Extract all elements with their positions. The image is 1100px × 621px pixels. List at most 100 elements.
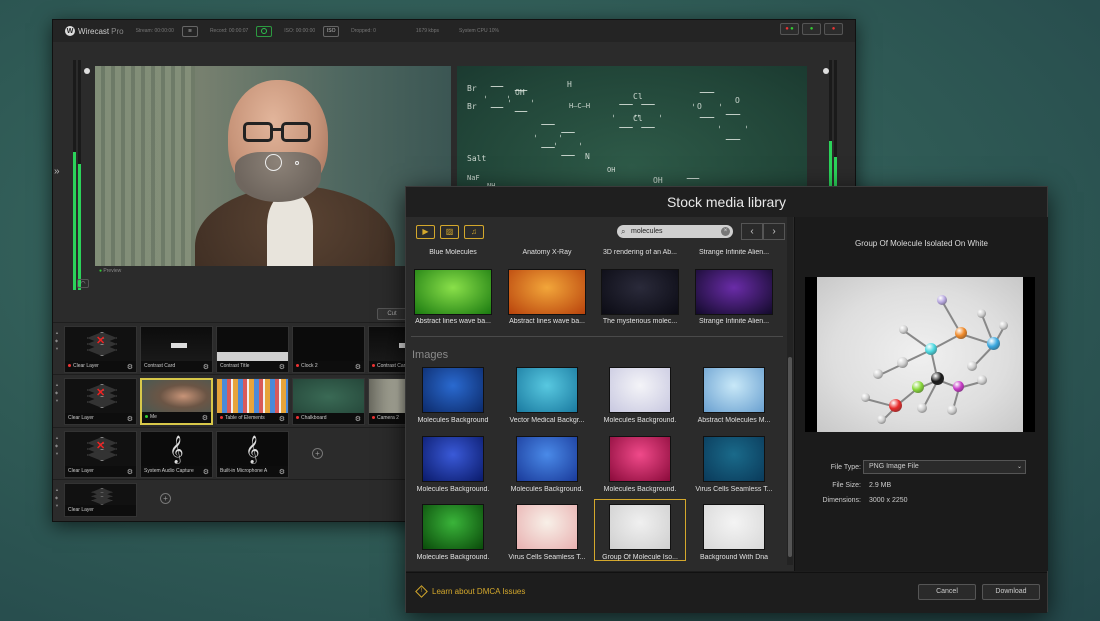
dimensions-value: 3000 x 2250 [869, 497, 908, 504]
add-shot-button[interactable]: + [160, 493, 171, 504]
audio-filter-button[interactable]: ♫ [464, 225, 484, 239]
image-result-item[interactable]: Molecules Background. [407, 504, 499, 561]
layer-controls[interactable]: ▲ ◆ ▼ [55, 486, 59, 510]
live-indicator-button[interactable]: ● [802, 23, 821, 35]
shot-chalkboard[interactable]: Chalkboard ⚙ [292, 378, 365, 425]
shot-clear-layer[interactable]: Clear Layer [64, 483, 137, 517]
image-result-item[interactable]: Molecules Background [407, 367, 499, 424]
iso-button[interactable]: ISO [323, 25, 340, 37]
gear-icon[interactable]: ⚙ [127, 468, 133, 476]
stream-button[interactable]: ≋ [181, 25, 198, 37]
position-handle[interactable] [265, 154, 282, 171]
close-window-button[interactable]: ● [824, 23, 843, 35]
video-thumbnail[interactable] [695, 269, 773, 315]
shot-caption: Clear Layer [65, 466, 136, 477]
preview-monitor [95, 66, 451, 266]
gear-icon[interactable]: ⚙ [279, 468, 285, 476]
video-label: The mysterious molec... [602, 318, 678, 325]
record-indicator-button[interactable]: ● ● [780, 23, 799, 35]
video-thumbnail[interactable] [601, 269, 679, 315]
volume-knob-right[interactable] [823, 68, 829, 74]
layer-controls[interactable]: ▲ ◆ ▼ [55, 381, 59, 405]
image-result-item[interactable]: Virus Cells Seamless T... [501, 504, 593, 561]
shot-thumbnail: ✕ [65, 379, 136, 415]
system-cpu: System CPU 10% [458, 28, 499, 34]
gear-icon[interactable]: ⚙ [203, 468, 209, 476]
chalk-formula-text: Salt [467, 154, 487, 163]
gear-icon[interactable]: ⚙ [355, 363, 361, 371]
rotation-handle[interactable] [295, 161, 299, 165]
video-title: Anatomy X-Ray [522, 249, 572, 256]
treble-clef-icon: 𝄞 [245, 435, 260, 463]
video-thumbnail[interactable] [508, 269, 586, 315]
gear-icon[interactable]: ⚙ [279, 363, 285, 371]
shot-contrast-card[interactable]: Contrast Card ⚙ [140, 326, 213, 373]
expand-panel-icon[interactable]: » [54, 166, 60, 177]
gear-icon[interactable]: ⚙ [127, 415, 133, 423]
search-input[interactable]: ⌕ molecules × [617, 225, 733, 238]
image-result-item[interactable]: Abstract Molecules M... [688, 367, 780, 424]
gear-icon[interactable]: ⚙ [355, 415, 361, 423]
shot-label: Clock 2 [301, 363, 318, 369]
layer-controls[interactable]: ▲ ◆ ▼ [55, 434, 59, 458]
next-page-button[interactable]: › [763, 223, 785, 240]
gear-icon[interactable]: ⚙ [203, 363, 209, 371]
wirecast-toolbar: W Wirecast Pro Stream: 00:00:00 ≋ Record… [53, 20, 855, 42]
card-graphic [171, 343, 187, 348]
scrollbar-thumb[interactable] [788, 357, 792, 557]
file-type-select[interactable]: PNG Image File ⌄ [863, 460, 1026, 474]
gear-icon[interactable]: ⚙ [202, 414, 208, 422]
shot-thumbnail [217, 379, 288, 415]
shot-caption: System Audio Capture [141, 466, 212, 477]
image-result-item[interactable]: Vector Medical Backgr... [501, 367, 593, 424]
image-thumbnail [516, 436, 578, 482]
shot-table-of-elements[interactable]: Table of Elements ⚙ [216, 378, 289, 425]
iso-time: ISO: 00:00:00 [284, 28, 316, 34]
details-pane: Group Of Molecule Isolated On White File… [795, 217, 1048, 571]
shot-built-in-microphone-a[interactable]: 𝄞 Built-in Microphone A ⚙ [216, 431, 289, 478]
image-icon: ▨ [445, 227, 454, 236]
chalk-formula-text: OH [653, 176, 663, 185]
cancel-button[interactable]: Cancel [918, 584, 976, 600]
volume-knob-left[interactable] [84, 68, 90, 74]
results-scrollbar[interactable] [787, 217, 793, 565]
shot-thumbnail [293, 327, 364, 363]
image-label: Virus Cells Seamless T... [695, 486, 773, 493]
shot-caption: Built-in Microphone A [217, 466, 288, 477]
image-result-item[interactable]: Molecules Background. [594, 367, 686, 424]
image-result-item[interactable]: Molecules Background. [501, 436, 593, 493]
image-result-item[interactable]: Virus Cells Seamless T... [688, 436, 780, 493]
image-result-item[interactable]: Background With Dna [688, 504, 780, 561]
shot-thumbnail [141, 327, 212, 363]
shot-thumbnail [65, 484, 136, 507]
video-thumbnail[interactable] [414, 269, 492, 315]
download-button[interactable]: Download [982, 584, 1040, 600]
image-label: Vector Medical Backgr... [509, 417, 585, 424]
video-filter-button[interactable]: ▶ [416, 225, 435, 239]
shot-clear-layer[interactable]: ✕ Clear Layer ⚙ [64, 378, 137, 425]
dmca-link[interactable]: ! Learn about DMCA Issues [415, 585, 525, 599]
add-shot-button[interactable]: + [312, 448, 323, 459]
shot-clock-2[interactable]: Clock 2 ⚙ [292, 326, 365, 373]
shot-system-audio-capture[interactable]: 𝄞 System Audio Capture ⚙ [140, 431, 213, 478]
shot-clear-layer[interactable]: ✕ Clear Layer ⚙ [64, 431, 137, 478]
record-button[interactable] [256, 25, 273, 37]
app-name: Wirecast [78, 26, 110, 36]
shot-clear-layer[interactable]: ✕ Clear Layer ⚙ [64, 326, 137, 373]
shot-contrast-title[interactable]: Contrast Title ⚙ [216, 326, 289, 373]
cut-button[interactable]: Cut [377, 308, 407, 320]
gear-icon[interactable]: ⚙ [127, 363, 133, 371]
clear-search-icon[interactable]: × [721, 227, 730, 236]
image-result-item[interactable]: Molecules Background. [407, 436, 499, 493]
layer-controls[interactable]: ▲ ◆ ▼ [55, 329, 59, 353]
image-thumbnail [703, 436, 765, 482]
headphones-icon[interactable]: ◠ [77, 279, 89, 288]
shot-me[interactable]: Me ⚙ [140, 378, 213, 425]
molecule-image [817, 277, 1023, 432]
file-size-label: File Size: [832, 482, 861, 489]
image-filter-button[interactable]: ▨ [440, 225, 459, 239]
image-result-item[interactable]: Group Of Molecule Iso... [594, 499, 686, 561]
gear-icon[interactable]: ⚙ [279, 415, 285, 423]
image-result-item[interactable]: Molecules Background. [594, 436, 686, 493]
previous-page-button[interactable]: ‹ [741, 223, 763, 240]
